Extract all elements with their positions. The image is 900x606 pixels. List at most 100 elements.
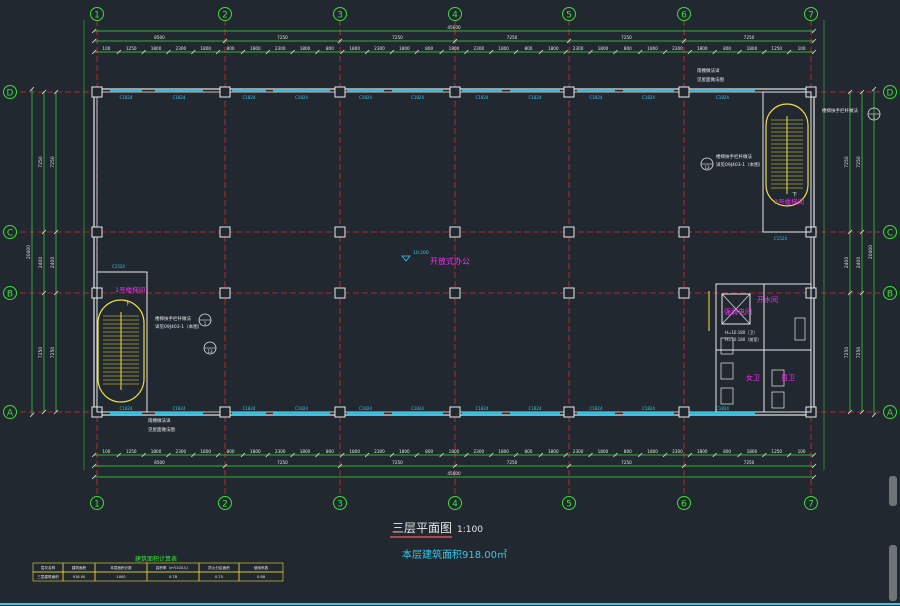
window-opening xyxy=(392,89,443,92)
wc-stall-male xyxy=(771,391,785,409)
room-label-equip: 强弱电间 xyxy=(724,307,752,316)
floor-plan-drawing: 11223344556677D DC CB BA A C1824C1824C1824C1… xyxy=(0,7,900,605)
schedule-header-text: 使用系数 xyxy=(254,565,269,570)
detail-ref-right-text: 13 xyxy=(704,165,710,170)
room-label-open-office: 开放式办公 xyxy=(430,256,470,266)
elevation-tag: 10.200 xyxy=(413,250,429,256)
window-tag: C1824 xyxy=(295,95,308,100)
dim-top-detail-text: 800 xyxy=(723,46,731,51)
dim-bottom-detail-text: 2300 xyxy=(176,449,187,454)
window-opening xyxy=(110,412,142,415)
structural-column xyxy=(334,86,346,98)
axis-label-col-5: 5 xyxy=(566,11,572,21)
axis-label-col-6: 6 xyxy=(681,11,687,21)
structural-column xyxy=(219,86,231,98)
dim-bottom-detail-text: 800 xyxy=(425,449,433,454)
schedule-header-text: 建筑面积 xyxy=(72,565,87,570)
dim-bottom-bays-text: 7250 xyxy=(392,460,403,465)
dim-left-outer-text: 20400 xyxy=(26,245,32,259)
dim-bottom-detail-text: 1250 xyxy=(126,449,137,454)
dim-bottom-detail-text: 1800 xyxy=(151,449,162,454)
schedule-header-text: 防火分区面积 xyxy=(208,565,230,570)
dim-bottom-detail-text: 1800 xyxy=(747,449,758,454)
dim-bottom-detail-text: 1800 xyxy=(647,449,658,454)
dim-top-detail-text: 1250 xyxy=(126,46,137,51)
stair-note-right-2: 详见09J403-1（本图） xyxy=(716,161,763,168)
axis-label-col-2: 2 xyxy=(222,11,228,21)
dim-bottom-detail-text: 800 xyxy=(326,449,334,454)
dim-top-bays-text: 8500 xyxy=(154,35,165,40)
window-tag: C1824 xyxy=(243,406,256,411)
window-opening xyxy=(347,412,384,415)
area-note: 本层建筑面积918.00㎡ xyxy=(402,548,507,561)
detail-ref-left-text: 13 xyxy=(207,349,213,354)
dim-right-seg-text: 7250 xyxy=(856,347,862,359)
dim-top-total-text: 45600 xyxy=(447,25,461,30)
wc-stall-female xyxy=(720,387,734,405)
dim-bottom-detail-text: 2300 xyxy=(573,449,584,454)
dim-top-detail-text: 1800 xyxy=(598,46,609,51)
dim-right-outer-text: 20400 xyxy=(868,245,874,259)
wc-elevation-2: H=10.180（前室） xyxy=(725,336,761,342)
dim-top-bays-text: 7250 xyxy=(744,35,755,40)
axis-label-row-C: C xyxy=(7,229,13,239)
scrollbar-thumb-1[interactable] xyxy=(889,476,897,506)
structural-column xyxy=(563,287,575,299)
dim-left-seg-text: 7250 xyxy=(38,156,44,168)
window-tag: C1824 xyxy=(120,95,133,100)
dim-bottom-detail-text: 1800 xyxy=(449,449,460,454)
schedule-value-text: 0.75 xyxy=(215,575,223,579)
elevation-triangle xyxy=(401,255,411,262)
dim-bottom-detail-text: 1250 xyxy=(771,449,782,454)
window-tag: C1824 xyxy=(642,95,655,100)
structural-column xyxy=(91,86,103,98)
axis-label-row-D: D xyxy=(887,89,894,99)
dim-bottom-detail-text: 1800 xyxy=(349,449,360,454)
dim-left-seg2-text: 2400 xyxy=(50,257,56,269)
window-tag: C1824 xyxy=(716,406,729,411)
schedule-header-text: 本层面积计数 xyxy=(110,565,132,570)
window-tag: C1824 xyxy=(173,406,186,411)
dim-bottom-detail-text: 1800 xyxy=(250,449,261,454)
schedule-value-text: 三层建筑面积 xyxy=(37,574,59,579)
schedule-value-text: 1000 xyxy=(116,575,126,579)
structural-column xyxy=(334,406,346,418)
dim-bottom-detail-text: 1800 xyxy=(300,449,311,454)
scrollbar-thumb-2[interactable] xyxy=(889,545,897,601)
structural-column xyxy=(334,287,346,299)
window-tag: C1824 xyxy=(411,406,424,411)
dim-top-detail-text: 2300 xyxy=(275,46,286,51)
dim-left-seg2-text: 7250 xyxy=(50,156,56,168)
window-opening xyxy=(273,412,330,415)
stair-window-tag-left: C1524 xyxy=(112,264,125,269)
dim-top-bays-text: 7250 xyxy=(277,35,288,40)
dim-top-detail-text: 2300 xyxy=(374,46,385,51)
structural-column xyxy=(563,86,575,98)
dim-right-seg2-text: 2400 xyxy=(844,257,850,269)
windows: C1824 C1824 C1824 C1824 C1824 C1824 C1824 C1824… xyxy=(110,89,755,415)
dim-bottom-detail-text: 1800 xyxy=(697,449,708,454)
dim-top-detail-text: 1800 xyxy=(647,46,658,51)
stair-down-right: 下 xyxy=(792,192,797,198)
schedule-header-text: 层次名称 xyxy=(41,565,56,570)
axis-label-col-7: 7 xyxy=(808,500,814,510)
dim-top-detail-text: 800 xyxy=(624,46,632,51)
dim-bottom-detail-text: 800 xyxy=(227,449,235,454)
window-opening xyxy=(392,412,443,415)
dim-bottom-bays-text: 7250 xyxy=(277,460,288,465)
wc-stall-female xyxy=(720,362,734,380)
dim-top-detail-text: 100 xyxy=(102,46,110,51)
axis-label-col-3: 3 xyxy=(337,500,343,510)
dim-top-detail-text: 1800 xyxy=(548,46,559,51)
dim-top-detail-text: 100 xyxy=(798,46,806,51)
window-tag: C1824 xyxy=(476,406,489,411)
window-opening xyxy=(577,89,615,92)
dim-top-detail-text: 800 xyxy=(425,46,433,51)
axis-label-col-4: 4 xyxy=(452,500,458,510)
labels: 开放式办公10.200 1号楼梯间 2号楼梯间开水间强弱电间女卫 男卫 H=10.180… xyxy=(112,67,881,433)
dim-bottom-detail-text: 2300 xyxy=(374,449,385,454)
window-tag: C1824 xyxy=(529,406,542,411)
dim-top-detail-text: 1800 xyxy=(498,46,509,51)
structural-column xyxy=(91,226,103,238)
window-opening xyxy=(347,89,384,92)
